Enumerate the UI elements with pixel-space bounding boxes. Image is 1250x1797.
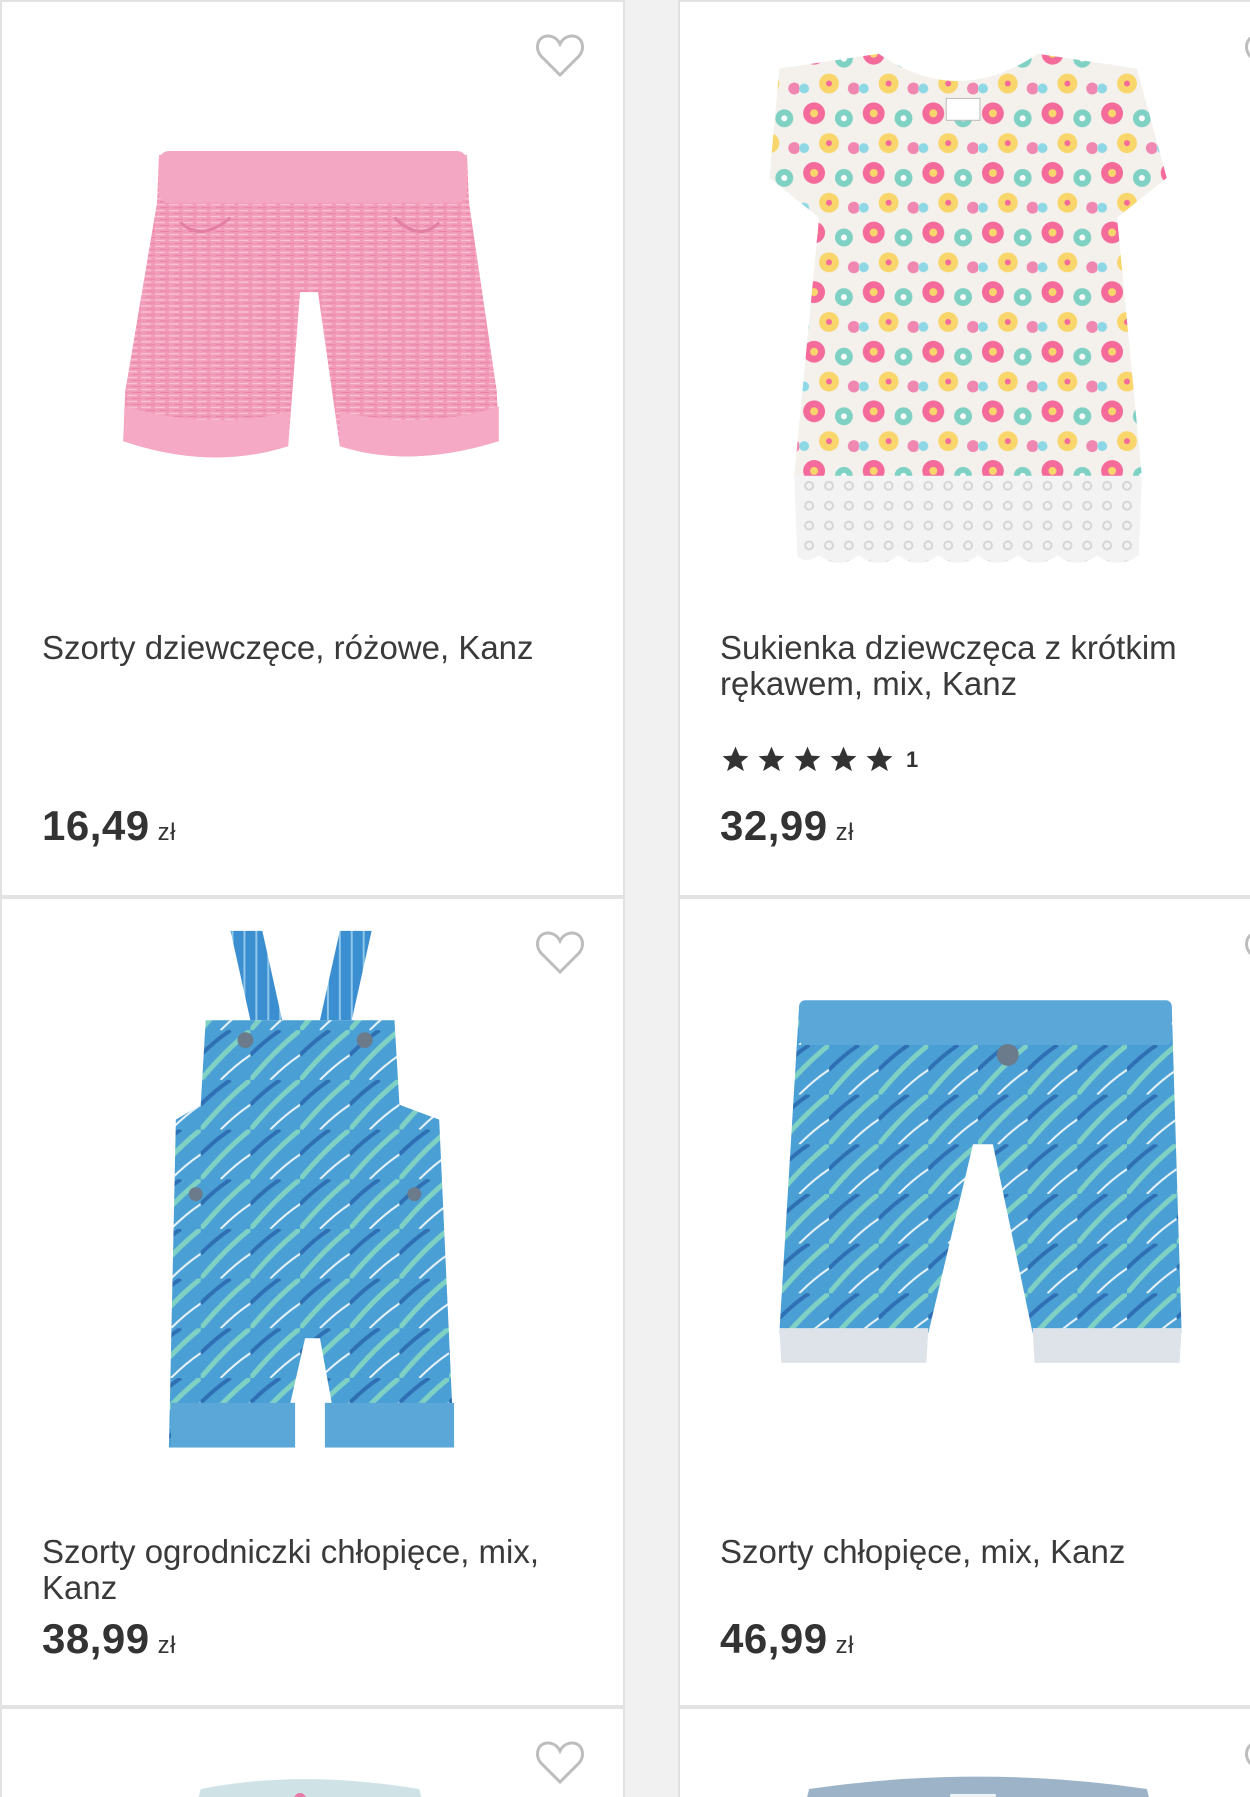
heart-icon[interactable] <box>1244 929 1250 975</box>
product-card[interactable]: Szorty ogrodniczki chłopięce, mix, Kanz … <box>0 897 625 1707</box>
product-image[interactable] <box>2 929 623 1509</box>
product-title[interactable]: Szorty ogrodniczki chłopięce, mix, Kanz <box>42 1534 573 1606</box>
product-image[interactable] <box>2 1759 623 1797</box>
star-icon <box>758 746 785 772</box>
product-title[interactable]: Sukienka dziewczęca z krótkim rękawem, m… <box>720 630 1226 702</box>
product-card[interactable] <box>0 1707 625 1797</box>
star-icon <box>794 746 821 772</box>
product-card[interactable]: Szorty chłopięce, mix, Kanz 46,99 zł <box>678 897 1250 1707</box>
rating-count: 1 <box>906 746 919 772</box>
product-price: 46,99 zł <box>720 1615 854 1662</box>
product-card[interactable] <box>678 1707 1250 1797</box>
rating: 1 <box>720 744 918 775</box>
product-image[interactable] <box>2 142 623 482</box>
product-price: 32,99 zł <box>720 802 854 849</box>
heart-icon[interactable] <box>535 32 585 78</box>
product-image[interactable] <box>680 1749 1250 1797</box>
product-card[interactable]: Sukienka dziewczęca z krótkim rękawem, m… <box>678 0 1250 897</box>
star-icon <box>830 746 857 772</box>
star-icon <box>722 746 749 772</box>
product-price: 38,99 zł <box>42 1615 176 1662</box>
star-icon <box>866 746 893 772</box>
product-title[interactable]: Szorty chłopięce, mix, Kanz <box>720 1534 1226 1570</box>
product-price: 16,49 zł <box>42 802 176 849</box>
product-card[interactable]: Szorty dziewczęce, różowe, Kanz 16,49 zł <box>0 0 625 897</box>
product-image[interactable] <box>680 994 1250 1384</box>
product-image[interactable] <box>680 37 1250 587</box>
product-title[interactable]: Szorty dziewczęce, różowe, Kanz <box>42 630 573 666</box>
product-grid: Szorty dziewczęce, różowe, Kanz 16,49zł <box>0 0 1250 1797</box>
